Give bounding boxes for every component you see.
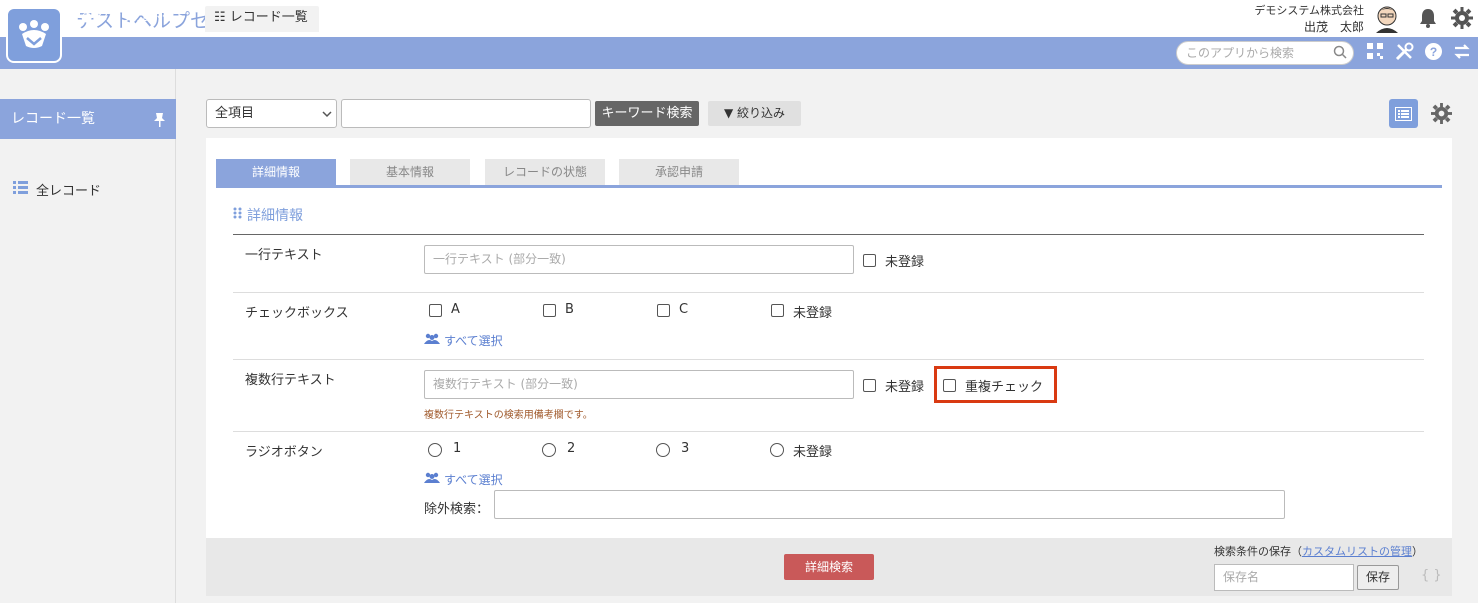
tools-icon[interactable]: [1395, 42, 1414, 65]
checkbox-option-unregistered[interactable]: [771, 304, 784, 317]
radio-option-3[interactable]: [656, 443, 670, 457]
duplicate-check-label: 重複チェック: [965, 380, 1044, 395]
user-name[interactable]: 出茂 太郎: [1304, 18, 1364, 35]
checkbox-option-b-label: B: [565, 302, 574, 317]
checkbox-option-unregistered-label: 未登録: [793, 306, 833, 321]
save-button[interactable]: 保存: [1357, 565, 1399, 590]
radio-select-all-link[interactable]: すべて選択: [424, 471, 503, 488]
tab-underline: [216, 185, 1442, 188]
checkbox-select-all-label: すべて選択: [444, 334, 503, 348]
radio-option-unregistered[interactable]: [770, 443, 784, 457]
checkbox-option-c[interactable]: [657, 304, 670, 317]
bell-icon[interactable]: [1419, 8, 1437, 32]
save-name-input[interactable]: 保存名: [1214, 564, 1354, 591]
tab-detail[interactable]: 詳細情報: [216, 159, 336, 185]
radio-option-2-label: 2: [567, 441, 576, 456]
app-logo[interactable]: [6, 7, 62, 63]
radio-select-all-label: すべて選択: [444, 473, 503, 487]
pin-icon[interactable]: [153, 112, 166, 131]
tab-approval[interactable]: 承認申請: [619, 159, 739, 185]
company-name: デモシステム株式会社: [1254, 4, 1364, 17]
row-label-checkbox: チェックボックス: [245, 306, 349, 321]
row-divider: [233, 431, 1424, 432]
checkbox-select-all-link[interactable]: すべて選択: [424, 332, 503, 349]
braces-icon[interactable]: { }: [1421, 568, 1442, 583]
nav-record-list-label: レコード一覧: [229, 10, 308, 25]
radio-option-unregistered-label: 未登録: [793, 445, 833, 460]
list-icon: [13, 181, 28, 198]
tab-record-status[interactable]: レコードの状態: [485, 159, 605, 185]
sidebar-item-all-records[interactable]: 全レコード: [13, 180, 101, 199]
row-divider: [233, 359, 1424, 360]
search-form-card: [206, 138, 1452, 538]
row-label-single-text: 一行テキスト: [245, 248, 323, 263]
custom-list-link[interactable]: カスタムリストの管理: [1302, 545, 1412, 558]
save-condition-close: ）: [1412, 545, 1423, 558]
detail-search-button[interactable]: 詳細検索: [784, 554, 874, 580]
checkbox-option-a-label: A: [451, 302, 460, 317]
chevron-down-icon: [322, 107, 332, 122]
checkbox-option-a[interactable]: [429, 304, 442, 317]
exclude-search-input[interactable]: [494, 490, 1285, 519]
plus-icon: ＋: [337, 10, 351, 25]
multi-text-input[interactable]: 複数行テキスト (部分一致): [424, 370, 854, 399]
tab-basic[interactable]: 基本情報: [350, 159, 470, 185]
row-label-multi-text: 複数行テキスト: [245, 373, 336, 388]
nav-dashboard[interactable]: ◕ ダッシュボード: [72, 6, 197, 32]
single-text-unregistered-checkbox[interactable]: [863, 254, 876, 267]
users-icon: [424, 333, 440, 348]
radio-option-3-label: 3: [681, 441, 690, 456]
filter-button-label: 絞り込み: [737, 106, 786, 120]
switch-icon[interactable]: [1453, 42, 1471, 65]
nav-dashboard-label: ダッシュボード: [96, 10, 188, 25]
radio-option-1-label: 1: [453, 441, 462, 456]
exclude-search-label: 除外検索：: [424, 502, 490, 517]
filter-button[interactable]: ▼ 絞り込み: [708, 101, 801, 126]
nav-record-add[interactable]: ＋レコード登録: [328, 6, 437, 32]
save-condition-label: 検索条件の保存（カスタムリストの管理）: [1214, 543, 1423, 559]
app-logo-icon: [19, 20, 49, 48]
checkbox-option-b[interactable]: [543, 304, 556, 317]
list-view-icon: [1395, 106, 1412, 121]
nav-record-list[interactable]: ☷ レコード一覧: [205, 6, 319, 32]
sidebar: [0, 69, 176, 603]
field-select[interactable]: 全項目: [206, 99, 337, 128]
grip-icon: [233, 207, 242, 223]
save-condition-text: 検索条件の保存（: [1214, 545, 1302, 558]
keyword-search-button[interactable]: キーワード検索: [595, 101, 699, 126]
nav-record-add-label: レコード登録: [350, 10, 429, 25]
dashboard-icon: ◕: [81, 10, 93, 25]
avatar[interactable]: [1373, 3, 1401, 33]
filter-icon: ▼: [723, 106, 734, 120]
sidebar-title: レコード一覧: [0, 99, 176, 139]
list-icon: ☷: [214, 10, 226, 25]
users-icon: [424, 472, 440, 487]
duplicate-check-checkbox[interactable]: [943, 379, 956, 392]
row-divider: [233, 292, 1424, 293]
list-view-button[interactable]: [1389, 99, 1418, 128]
multi-text-unregistered-checkbox[interactable]: [863, 379, 876, 392]
single-text-unregistered-label: 未登録: [885, 255, 925, 270]
section-divider: [233, 234, 1424, 235]
app-search-input[interactable]: このアプリから検索: [1176, 41, 1354, 65]
radio-option-2[interactable]: [542, 443, 556, 457]
checkbox-option-c-label: C: [679, 302, 689, 317]
svg-text:?: ?: [1430, 45, 1437, 59]
single-text-input[interactable]: 一行テキスト (部分一致): [424, 245, 854, 274]
radio-option-1[interactable]: [428, 443, 442, 457]
row-label-radio: ラジオボタン: [245, 445, 323, 460]
gear-icon[interactable]: [1451, 7, 1473, 33]
qr-icon[interactable]: [1366, 42, 1384, 64]
section-title: 詳細情報: [233, 205, 303, 225]
multi-text-hint: 複数行テキストの検索用備考欄です。: [424, 410, 593, 421]
sidebar-item-label: 全レコード: [36, 184, 102, 199]
settings-gear-icon[interactable]: [1431, 103, 1452, 128]
section-title-label: 詳細情報: [247, 208, 303, 224]
help-icon[interactable]: ?: [1424, 42, 1443, 65]
search-icon[interactable]: [1333, 45, 1347, 63]
multi-text-unregistered-label: 未登録: [885, 380, 925, 395]
keyword-input[interactable]: [341, 99, 591, 128]
